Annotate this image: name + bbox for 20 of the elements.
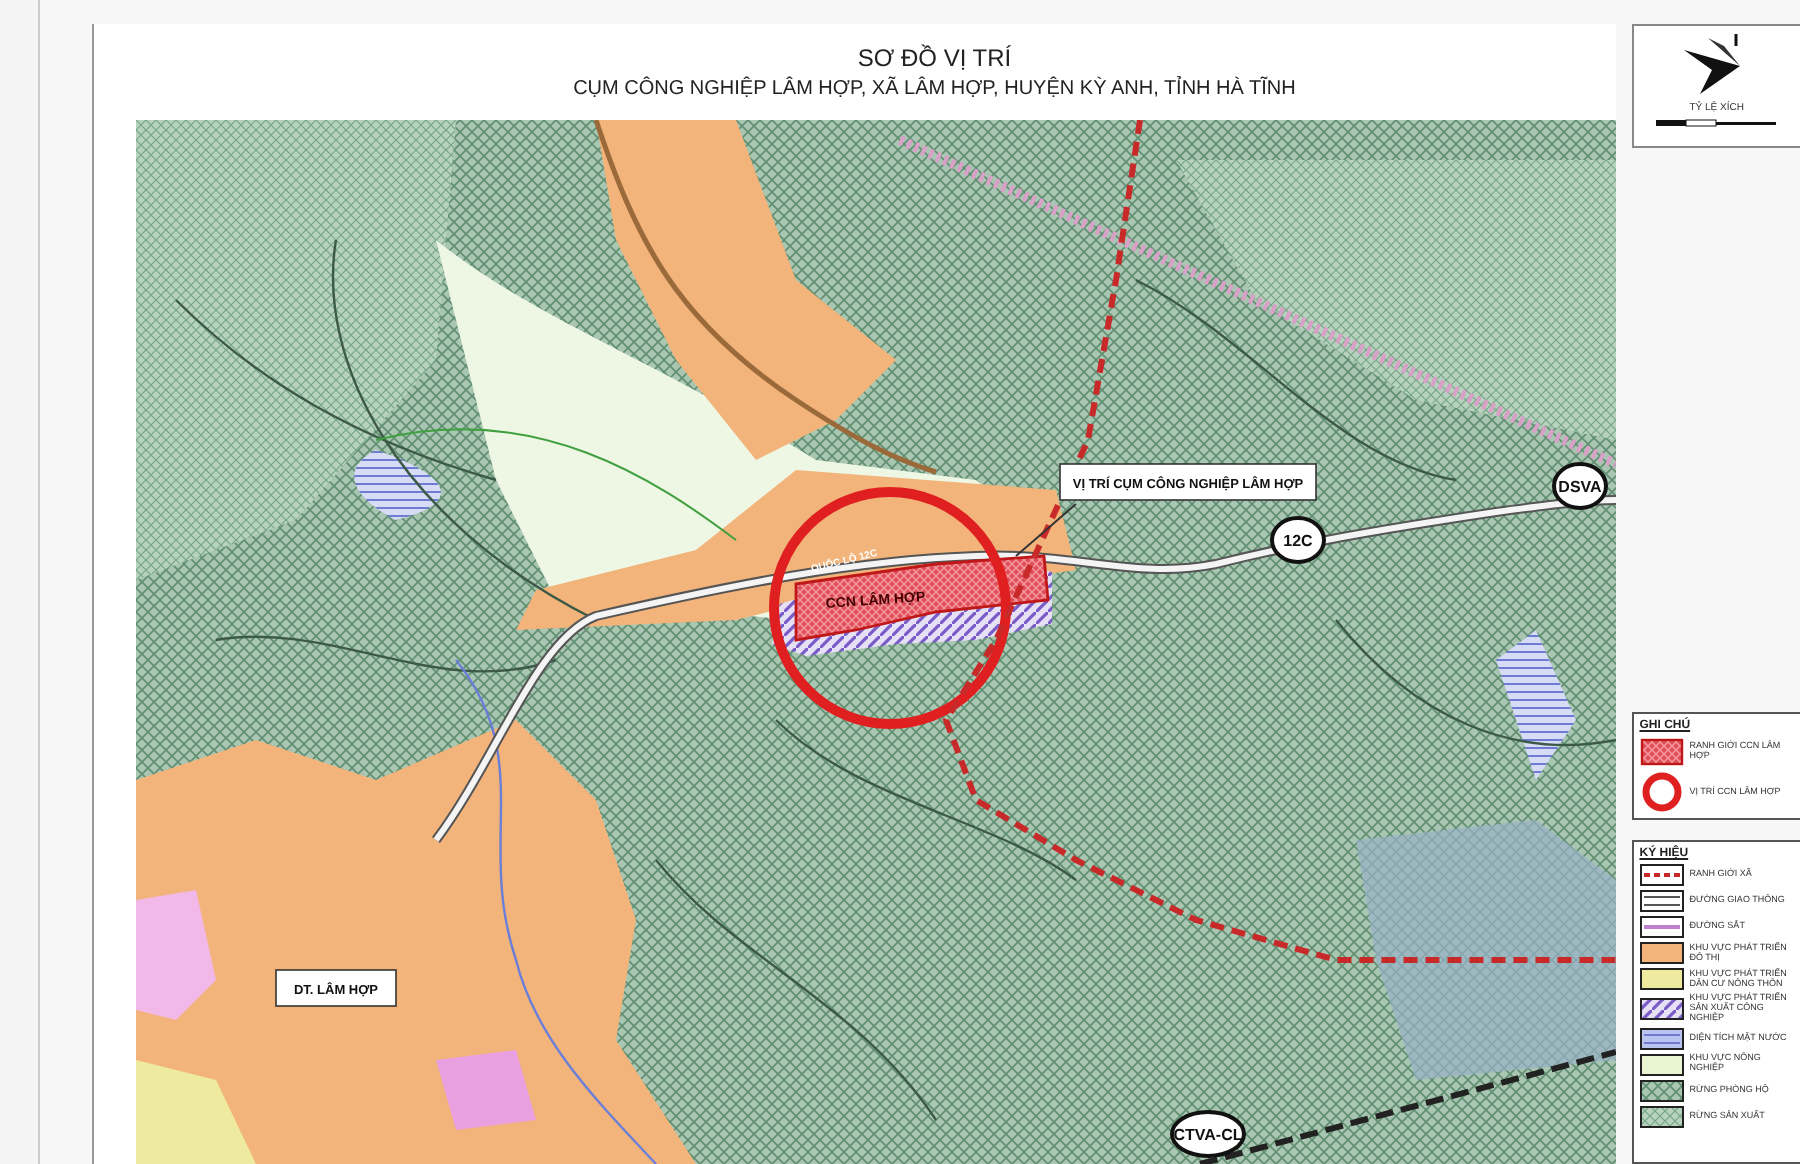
leader-line [1014,503,1077,557]
ring-icon [1639,772,1684,812]
swatch-icon [1639,738,1684,766]
zone-area [435,1050,536,1130]
swatch-icon [1639,1053,1684,1076]
swatch-icon [1639,942,1684,964]
map-title: SƠ ĐỒ VỊ TRÍ [857,44,1012,72]
swatch-icon [1639,968,1684,990]
swatch-icon [1639,890,1684,912]
swatch-icon [1639,1027,1684,1050]
zone-area [135,1060,256,1164]
swatch-icon [1639,864,1684,886]
zone-area [135,890,216,1020]
swatch-icon [1639,1079,1684,1102]
swatch-icon [1639,916,1684,938]
swatch-icon [1639,997,1684,1020]
swatch-icon [1639,1105,1684,1128]
route-marker: CTVA-CL [1169,1110,1246,1158]
map-subtitle: CỤM CÔNG NGHIỆP LÂM HỢP, XÃ LÂM HỢP, HUYỆN KỲ ANH, TỈNH HÀ TĨNH [573,78,1296,100]
scale-bar [1656,118,1777,128]
